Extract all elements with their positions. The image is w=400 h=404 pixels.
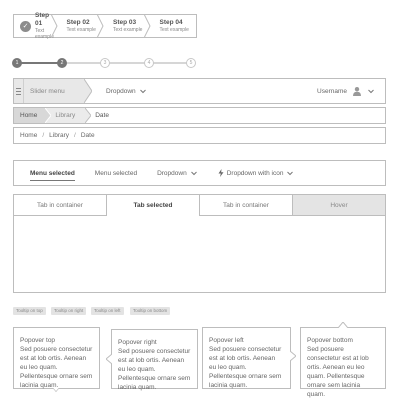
chevron-down-icon (287, 171, 294, 176)
menu-item-label: Menu selected (30, 169, 75, 177)
wizard-step-title: Step 02 (66, 19, 90, 26)
popover-top: Popover top Sed posuere consectetur est … (13, 327, 100, 389)
breadcrumb-arrow-icon (85, 108, 92, 123)
popover-arrow-down-icon (52, 388, 60, 393)
breadcrumb-slash: Home / Library / Date (13, 127, 386, 144)
user-menu[interactable]: Username (317, 86, 375, 96)
chevron-down-icon (139, 89, 146, 94)
check-icon: ✓ (20, 20, 31, 32)
breadcrumb-separator: / (74, 132, 76, 139)
popover-title: Popover bottom (307, 337, 353, 344)
popover-body: Sed posuere consectetur est at lob ortis… (20, 346, 93, 389)
menu-bar: Menu selected Menu selected Dropdown Dro… (13, 160, 386, 186)
menu-item-label: Dropdown with icon (226, 169, 284, 177)
hamburger-icon (14, 79, 24, 103)
popover-body: Sed posuere consectetur est at lob ortis… (307, 346, 369, 398)
wizard-step-3[interactable]: Step 03 Text example (103, 14, 151, 38)
wizard-step-subtitle: Text example (159, 27, 189, 33)
navbar: Slider menu Dropdown Username (13, 78, 386, 104)
step-separator-icon (50, 14, 58, 38)
popover-title: Popover top (20, 337, 56, 344)
menu-dropdown-with-icon[interactable]: Dropdown with icon (218, 161, 295, 185)
progress-stepper: 1 2 3 4 5 (12, 57, 196, 69)
user-icon (353, 87, 361, 96)
popover-left: Popover left Sed posuere consectetur est… (202, 327, 291, 389)
chevron-down-icon (368, 89, 374, 94)
tab-item[interactable]: Tab in container (14, 195, 107, 216)
tooltip-left: Tooltip on left (91, 307, 124, 315)
slider-arrow-icon (84, 79, 92, 103)
popover-arrow-left-icon (106, 354, 112, 364)
stepper-dot-4[interactable]: 4 (144, 58, 154, 68)
breadcrumb-arrow-icon (45, 108, 52, 123)
popover-body: Sed posuere consectetur est at lob ortis… (118, 348, 191, 391)
breadcrumb-home[interactable]: Home (20, 132, 37, 139)
slider-menu-label: Slider menu (30, 87, 65, 95)
tab-label: Tab in container (37, 201, 83, 209)
tab-item[interactable]: Tab in container (200, 195, 293, 216)
wizard-steps: ✓ Step 01 Text example Step 02 Text exampl… (13, 12, 197, 40)
wizard-step-4[interactable]: Step 04 Text example (150, 15, 197, 37)
lightning-icon (218, 169, 224, 177)
breadcrumb-label: Library (55, 112, 76, 119)
stepper-dot-5[interactable]: 5 (186, 58, 196, 68)
breadcrumb-home[interactable]: Home (14, 108, 52, 123)
step-separator-icon (143, 14, 151, 38)
tab-label: Hover (330, 201, 348, 209)
username-label: Username (317, 87, 347, 95)
popover-title: Popover left (209, 337, 244, 344)
wizard-step-2[interactable]: Step 02 Text example (57, 14, 104, 38)
step-separator-icon (97, 14, 104, 38)
wizard-step-subtitle: Text example (113, 27, 143, 33)
wizard-step-title: Step 04 (159, 19, 183, 26)
popover-arrow-right-icon (290, 351, 296, 361)
popover-body: Sed posuere consectetur est at lob ortis… (209, 346, 282, 389)
popover-title: Popover right (118, 339, 157, 346)
stepper-line-todo (63, 62, 191, 64)
menu-item[interactable]: Menu selected (95, 161, 137, 185)
wizard-step-title: Step 03 (113, 19, 137, 26)
wizard-step-subtitle: Text example (66, 27, 96, 33)
popover-right: Popover right Sed posuere consectetur es… (111, 329, 198, 391)
navbar-dropdown[interactable]: Dropdown (106, 87, 147, 95)
breadcrumb-date: Date (80, 132, 95, 139)
tab-selected[interactable]: Tab selected (107, 195, 200, 216)
menu-item-selected[interactable]: Menu selected (30, 161, 75, 185)
chevron-down-icon (190, 171, 197, 176)
slider-menu-button[interactable]: Slider menu (14, 79, 92, 103)
tab-content-panel (14, 216, 385, 292)
breadcrumb-arrows: Home Library Date (13, 107, 386, 124)
breadcrumb-label: Date (95, 112, 109, 119)
breadcrumb-separator: / (42, 132, 45, 139)
stepper-dot-3[interactable]: 3 (100, 58, 110, 68)
tab-container: Tab in container Tab selected Tab in con… (13, 194, 386, 293)
tooltip-top: Tooltip on top (13, 307, 46, 315)
breadcrumb-label: Home (20, 112, 38, 119)
menu-item-label: Dropdown (157, 169, 187, 177)
breadcrumb-library[interactable]: Library (49, 132, 69, 139)
tab-label: Tab in container (223, 201, 269, 209)
stepper-dot-2[interactable]: 2 (57, 58, 67, 68)
menu-dropdown[interactable]: Dropdown (157, 161, 198, 185)
wizard-step-1[interactable]: ✓ Step 01 Text example (14, 12, 58, 40)
stepper-dot-1[interactable]: 1 (12, 58, 22, 68)
tab-hover[interactable]: Hover (293, 195, 385, 216)
popover-bottom: Popover bottom Sed posuere consectetur e… (300, 327, 386, 398)
popover-arrow-up-icon (338, 322, 348, 328)
tooltip-bottom: Tooltip on bottom (130, 307, 171, 315)
menu-item-label: Menu selected (94, 169, 138, 177)
tab-label: Tab selected (133, 202, 173, 209)
tab-bar: Tab in container Tab selected Tab in con… (14, 195, 385, 216)
tooltip-right: Tooltip on right (51, 307, 87, 315)
navbar-dropdown-label: Dropdown (106, 87, 136, 95)
